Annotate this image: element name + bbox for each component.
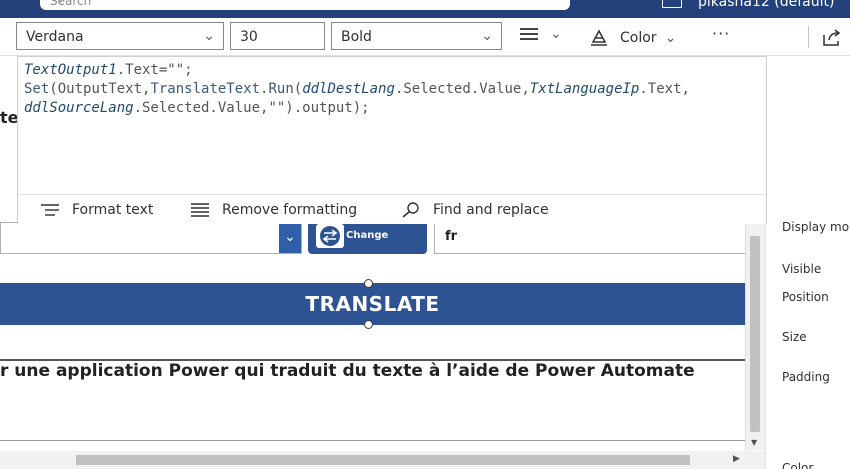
- destination-language-dropdown[interactable]: ⌄: [0, 222, 302, 254]
- formula-editor[interactable]: TextOutput1.Text=""; Set(OutputText,Trans…: [17, 56, 767, 224]
- chevron-down-icon[interactable]: ⌄: [550, 26, 562, 42]
- formula-line: TextOutput1.Text="";: [24, 61, 690, 80]
- prop-color: Color: [782, 461, 814, 469]
- chevron-down-icon: ⌄: [203, 28, 215, 44]
- formula-token: Set: [24, 81, 50, 97]
- formula-line: Set(OutputText,TranslateText.Run(ddlDest…: [24, 80, 690, 99]
- text-align-icon[interactable]: [520, 28, 538, 43]
- search-icon: [402, 202, 419, 218]
- scroll-down-arrow-icon[interactable]: ▼: [751, 438, 757, 447]
- font-family-dropdown[interactable]: Verdana ⌄: [16, 22, 224, 50]
- text-color-icon: [591, 29, 607, 46]
- font-weight-dropdown[interactable]: Bold ⌄: [331, 22, 502, 50]
- color-label: Color: [620, 30, 657, 46]
- prop-padding: Padding: [782, 370, 830, 384]
- remove-formatting-button[interactable]: Remove formatting: [190, 202, 357, 218]
- vertical-scrollbar[interactable]: ▼: [745, 222, 765, 450]
- formula-token: .Selected.Value,: [394, 81, 530, 97]
- formula-line: ddlSourceLang.Selected.Value,"").output)…: [24, 99, 690, 118]
- toolbar-divider: [808, 26, 809, 48]
- formatting-toolbar: Verdana ⌄ 30 Bold ⌄ ⌄ Color ⌄ ···: [0, 18, 850, 56]
- formula-token: TranslateText: [150, 81, 261, 97]
- formula-token: (OutputText,: [49, 81, 151, 97]
- formula-token: ddlSourceLang: [24, 100, 134, 116]
- resize-handle-bottom[interactable]: [364, 320, 373, 329]
- label-fragment: te: [0, 108, 19, 127]
- horizontal-scrollbar[interactable]: ▶: [0, 451, 765, 469]
- chevron-down-icon[interactable]: ⌄: [279, 223, 301, 253]
- more-options-button[interactable]: ···: [712, 24, 730, 43]
- prop-size: Size: [782, 330, 807, 344]
- formula-token: TxtLanguageIp: [529, 81, 640, 97]
- search-placeholder: Search: [50, 0, 92, 8]
- formula-token: .Text="";: [116, 62, 193, 78]
- resize-handle-top[interactable]: [364, 279, 373, 288]
- font-weight-value: Bold: [341, 29, 372, 45]
- swap-arrows-icon: [316, 224, 344, 248]
- chevron-down-icon: ⌄: [481, 28, 493, 44]
- description-text: r une application Power qui traduit du t…: [0, 361, 695, 381]
- find-and-replace-label: Find and replace: [433, 202, 549, 218]
- change-label: Change: [346, 230, 389, 241]
- scrollbar-thumb[interactable]: [76, 455, 690, 465]
- formula-token: TextOutput1: [24, 62, 117, 78]
- format-text-label: Format text: [72, 202, 154, 218]
- environment-icon: [662, 0, 682, 8]
- format-text-button[interactable]: Format text: [40, 202, 153, 218]
- color-button[interactable]: Color ⌄: [590, 26, 676, 50]
- prop-visible: Visible: [782, 262, 822, 276]
- chevron-down-icon: ⌄: [664, 30, 677, 46]
- divider-line: [0, 440, 745, 441]
- prop-display-mode: Display mo: [782, 220, 850, 234]
- remove-formatting-icon: [191, 203, 209, 217]
- language-input-value: fr: [445, 229, 458, 244]
- font-size-field[interactable]: 30: [230, 22, 325, 50]
- formula-token: (: [293, 81, 303, 97]
- scroll-right-arrow-icon[interactable]: ▶: [733, 454, 740, 464]
- formula-code[interactable]: TextOutput1.Text=""; Set(OutputText,Trans…: [24, 61, 690, 118]
- language-input[interactable]: fr: [434, 222, 765, 254]
- share-icon[interactable]: [822, 27, 842, 47]
- prop-position: Position: [782, 290, 829, 304]
- formula-token: Run: [268, 81, 294, 97]
- find-and-replace-button[interactable]: Find and replace: [401, 202, 549, 218]
- remove-formatting-label: Remove formatting: [222, 202, 358, 218]
- search-box[interactable]: ›: [40, 0, 570, 10]
- format-text-icon: [41, 204, 59, 216]
- font-size-value: 30: [240, 29, 258, 45]
- translate-title-label[interactable]: TRANSLATE: [0, 283, 745, 325]
- formula-token: .Selected.Value,"").output);: [133, 100, 370, 116]
- environment-label[interactable]: pikasha12 (default): [698, 0, 834, 10]
- scrollbar-thumb[interactable]: [750, 236, 760, 432]
- font-family-value: Verdana: [26, 29, 84, 45]
- properties-panel: Display mo Visible Position Size Padding…: [765, 56, 850, 469]
- formula-token: ddlDestLang: [302, 81, 395, 97]
- formula-actions-bar: Format text Remove formatting Find and r…: [18, 194, 766, 224]
- formula-token: .Text,: [639, 81, 690, 97]
- top-banner: › Search pikasha12 (default): [0, 0, 850, 18]
